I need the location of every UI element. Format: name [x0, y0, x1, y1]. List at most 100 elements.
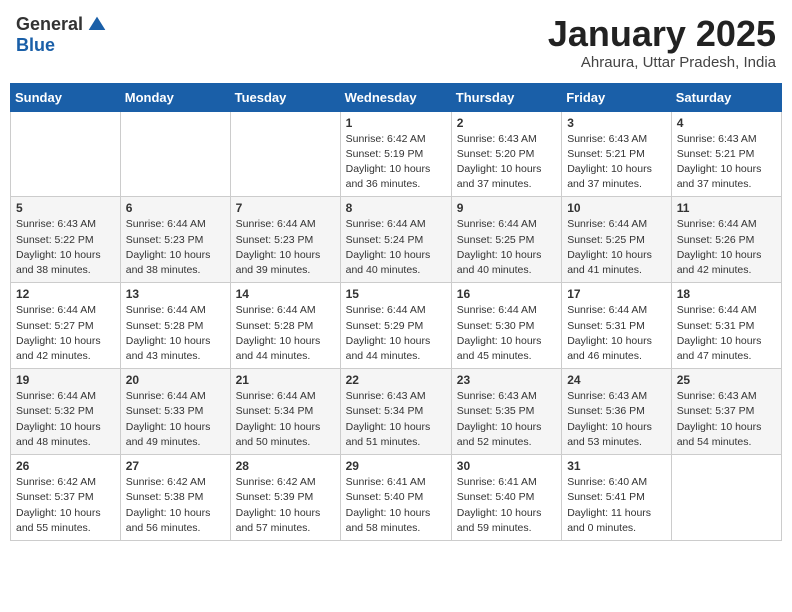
day-info: Sunrise: 6:43 AM Sunset: 5:37 PM Dayligh…: [677, 389, 776, 450]
calendar-table: SundayMondayTuesdayWednesdayThursdayFrid…: [10, 83, 782, 541]
day-info: Sunrise: 6:43 AM Sunset: 5:21 PM Dayligh…: [567, 132, 666, 193]
calendar-cell: 17 Sunrise: 6:44 AM Sunset: 5:31 PM Dayli…: [562, 283, 672, 369]
calendar-cell: 14 Sunrise: 6:44 AM Sunset: 5:28 PM Dayli…: [230, 283, 340, 369]
day-info: Sunrise: 6:44 AM Sunset: 5:34 PM Dayligh…: [236, 389, 335, 450]
calendar-cell: 27Sunrise: 6:42 AM Sunset: 5:38 PM Dayli…: [120, 455, 230, 541]
day-number: 21: [236, 373, 335, 387]
calendar-week-row: 12Sunrise: 6:44 AM Sunset: 5:27 PM Dayli…: [11, 283, 782, 369]
day-number: 6: [126, 201, 225, 215]
calendar-cell: 25Sunrise: 6:43 AM Sunset: 5:37 PM Dayli…: [671, 369, 781, 455]
day-info: Sunrise: 6:42 AM Sunset: 5:38 PM Dayligh…: [126, 475, 225, 536]
day-number: 4: [677, 116, 776, 130]
calendar-cell: [230, 111, 340, 197]
day-info: Sunrise: 6:44 AM Sunset: 5:33 PM Dayligh…: [126, 389, 225, 450]
day-number: 17: [567, 287, 666, 301]
day-number: 14: [236, 287, 335, 301]
day-number: 13: [126, 287, 225, 301]
day-number: 19: [16, 373, 115, 387]
day-number: 22: [346, 373, 446, 387]
calendar-cell: 13 Sunrise: 6:44 AM Sunset: 5:28 PM Dayli…: [120, 283, 230, 369]
day-info: Sunrise: 6:44 AM Sunset: 5:31 PM Dayligh…: [677, 303, 776, 364]
day-number: 18: [677, 287, 776, 301]
day-number: 28: [236, 459, 335, 473]
calendar-cell: [671, 455, 781, 541]
calendar-cell: 10Sunrise: 6:44 AM Sunset: 5:25 PM Dayli…: [562, 197, 672, 283]
day-info: Sunrise: 6:43 AM Sunset: 5:34 PM Dayligh…: [346, 389, 446, 450]
logo-general-text: General: [16, 14, 83, 35]
day-info: Sunrise: 6:44 AM Sunset: 5:30 PM Dayligh…: [457, 303, 556, 364]
day-info: Sunrise: 6:42 AM Sunset: 5:37 PM Dayligh…: [16, 475, 115, 536]
day-info: Sunrise: 6:44 AM Sunset: 5:25 PM Dayligh…: [457, 217, 556, 278]
calendar-cell: 4 Sunrise: 6:43 AM Sunset: 5:21 PM Daylig…: [671, 111, 781, 197]
day-info: Sunrise: 6:43 AM Sunset: 5:21 PM Dayligh…: [677, 132, 776, 193]
day-number: 31: [567, 459, 666, 473]
calendar-cell: 1 Sunrise: 6:42 AM Sunset: 5:19 PM Daylig…: [340, 111, 451, 197]
calendar-cell: 19 Sunrise: 6:44 AM Sunset: 5:32 PM Dayli…: [11, 369, 121, 455]
day-info: Sunrise: 6:42 AM Sunset: 5:19 PM Dayligh…: [346, 132, 446, 193]
page-header: General Blue January 2025 Ahraura, Uttar…: [10, 10, 782, 75]
calendar-cell: 7Sunrise: 6:44 AM Sunset: 5:23 PM Daylig…: [230, 197, 340, 283]
day-info: Sunrise: 6:44 AM Sunset: 5:31 PM Dayligh…: [567, 303, 666, 364]
day-number: 3: [567, 116, 666, 130]
day-number: 16: [457, 287, 556, 301]
calendar-cell: 20Sunrise: 6:44 AM Sunset: 5:33 PM Dayli…: [120, 369, 230, 455]
day-number: 12: [16, 287, 115, 301]
calendar-cell: 24 Sunrise: 6:43 AM Sunset: 5:36 PM Dayli…: [562, 369, 672, 455]
day-info: Sunrise: 6:41 AM Sunset: 5:40 PM Dayligh…: [346, 475, 446, 536]
day-info: Sunrise: 6:44 AM Sunset: 5:32 PM Dayligh…: [16, 389, 115, 450]
weekday-header-monday: Monday: [120, 83, 230, 111]
day-number: 7: [236, 201, 335, 215]
logo-icon: [87, 15, 107, 35]
day-number: 1: [346, 116, 446, 130]
day-info: Sunrise: 6:43 AM Sunset: 5:22 PM Dayligh…: [16, 217, 115, 278]
calendar-week-row: 1 Sunrise: 6:42 AM Sunset: 5:19 PM Daylig…: [11, 111, 782, 197]
calendar-cell: 22 Sunrise: 6:43 AM Sunset: 5:34 PM Dayli…: [340, 369, 451, 455]
day-number: 10: [567, 201, 666, 215]
day-info: Sunrise: 6:44 AM Sunset: 5:24 PM Dayligh…: [346, 217, 446, 278]
calendar-cell: 26 Sunrise: 6:42 AM Sunset: 5:37 PM Dayli…: [11, 455, 121, 541]
day-number: 15: [346, 287, 446, 301]
weekday-header-friday: Friday: [562, 83, 672, 111]
calendar-week-row: 26 Sunrise: 6:42 AM Sunset: 5:37 PM Dayli…: [11, 455, 782, 541]
day-info: Sunrise: 6:44 AM Sunset: 5:28 PM Dayligh…: [126, 303, 225, 364]
day-info: Sunrise: 6:44 AM Sunset: 5:26 PM Dayligh…: [677, 217, 776, 278]
day-info: Sunrise: 6:42 AM Sunset: 5:39 PM Dayligh…: [236, 475, 335, 536]
calendar-cell: 2 Sunrise: 6:43 AM Sunset: 5:20 PM Daylig…: [451, 111, 561, 197]
day-info: Sunrise: 6:41 AM Sunset: 5:40 PM Dayligh…: [457, 475, 556, 536]
calendar-cell: 9 Sunrise: 6:44 AM Sunset: 5:25 PM Daylig…: [451, 197, 561, 283]
day-number: 26: [16, 459, 115, 473]
day-number: 9: [457, 201, 556, 215]
calendar-cell: 16 Sunrise: 6:44 AM Sunset: 5:30 PM Dayli…: [451, 283, 561, 369]
calendar-cell: 23Sunrise: 6:43 AM Sunset: 5:35 PM Dayli…: [451, 369, 561, 455]
day-info: Sunrise: 6:43 AM Sunset: 5:35 PM Dayligh…: [457, 389, 556, 450]
calendar-cell: 3 Sunrise: 6:43 AM Sunset: 5:21 PM Daylig…: [562, 111, 672, 197]
weekday-header-thursday: Thursday: [451, 83, 561, 111]
day-info: Sunrise: 6:43 AM Sunset: 5:20 PM Dayligh…: [457, 132, 556, 193]
day-number: 24: [567, 373, 666, 387]
calendar-cell: [11, 111, 121, 197]
day-info: Sunrise: 6:40 AM Sunset: 5:41 PM Dayligh…: [567, 475, 666, 536]
calendar-cell: 31 Sunrise: 6:40 AM Sunset: 5:41 PM Dayli…: [562, 455, 672, 541]
calendar-week-row: 19 Sunrise: 6:44 AM Sunset: 5:32 PM Dayli…: [11, 369, 782, 455]
calendar-week-row: 5Sunrise: 6:43 AM Sunset: 5:22 PM Daylig…: [11, 197, 782, 283]
weekday-header-wednesday: Wednesday: [340, 83, 451, 111]
day-info: Sunrise: 6:44 AM Sunset: 5:23 PM Dayligh…: [126, 217, 225, 278]
calendar-cell: 5Sunrise: 6:43 AM Sunset: 5:22 PM Daylig…: [11, 197, 121, 283]
day-number: 30: [457, 459, 556, 473]
calendar-cell: 12Sunrise: 6:44 AM Sunset: 5:27 PM Dayli…: [11, 283, 121, 369]
calendar-cell: 28 Sunrise: 6:42 AM Sunset: 5:39 PM Dayli…: [230, 455, 340, 541]
month-title: January 2025: [548, 14, 776, 54]
calendar-cell: 15 Sunrise: 6:44 AM Sunset: 5:29 PM Dayli…: [340, 283, 451, 369]
day-info: Sunrise: 6:44 AM Sunset: 5:29 PM Dayligh…: [346, 303, 446, 364]
day-number: 11: [677, 201, 776, 215]
calendar-header-row: SundayMondayTuesdayWednesdayThursdayFrid…: [11, 83, 782, 111]
calendar-cell: 18 Sunrise: 6:44 AM Sunset: 5:31 PM Dayli…: [671, 283, 781, 369]
title-block: January 2025 Ahraura, Uttar Pradesh, Ind…: [548, 14, 776, 71]
day-info: Sunrise: 6:43 AM Sunset: 5:36 PM Dayligh…: [567, 389, 666, 450]
weekday-header-tuesday: Tuesday: [230, 83, 340, 111]
calendar-cell: 8Sunrise: 6:44 AM Sunset: 5:24 PM Daylig…: [340, 197, 451, 283]
weekday-header-saturday: Saturday: [671, 83, 781, 111]
calendar-cell: 11 Sunrise: 6:44 AM Sunset: 5:26 PM Dayli…: [671, 197, 781, 283]
day-number: 2: [457, 116, 556, 130]
day-info: Sunrise: 6:44 AM Sunset: 5:28 PM Dayligh…: [236, 303, 335, 364]
